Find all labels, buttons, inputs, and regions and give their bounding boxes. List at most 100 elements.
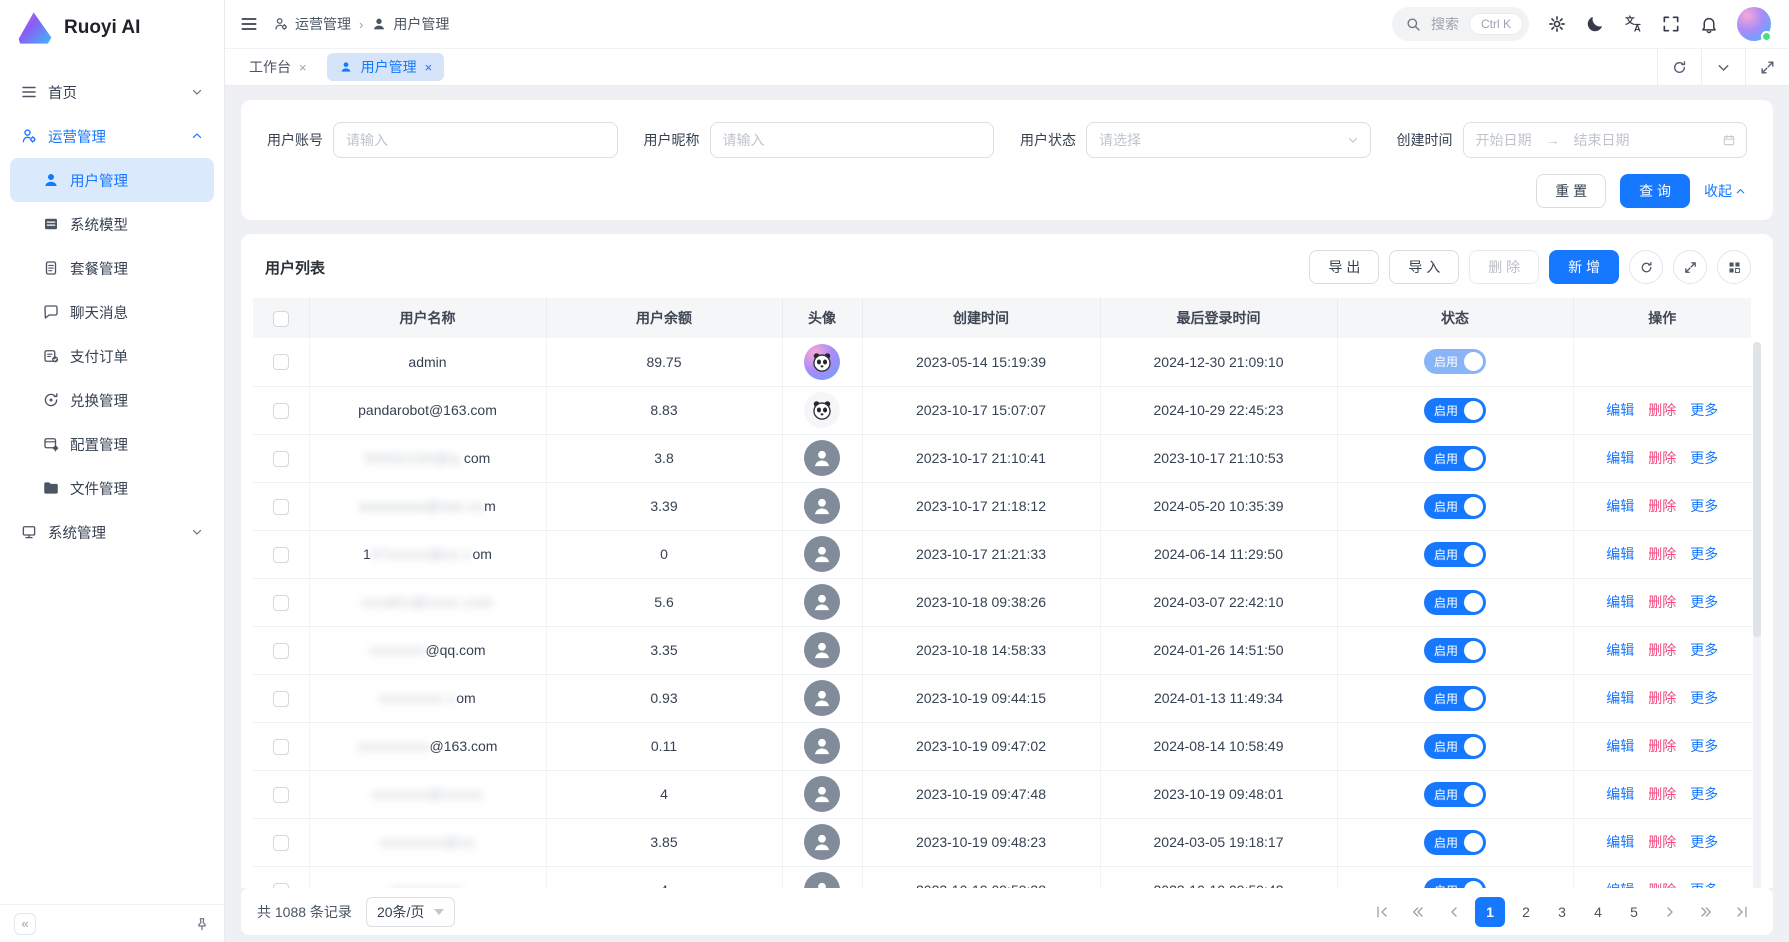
user-nickname-input[interactable] bbox=[710, 122, 995, 158]
page-button-2[interactable]: 2 bbox=[1511, 897, 1541, 927]
search-input[interactable]: 搜索 Ctrl K bbox=[1392, 7, 1529, 41]
next-page-button[interactable] bbox=[1655, 897, 1685, 927]
edit-link[interactable]: 编辑 bbox=[1606, 786, 1634, 802]
more-link[interactable]: 更多 bbox=[1690, 642, 1718, 658]
delete-link[interactable]: 删除 bbox=[1648, 738, 1676, 754]
more-link[interactable]: 更多 bbox=[1690, 690, 1718, 706]
delete-link[interactable]: 删除 bbox=[1648, 834, 1676, 850]
close-icon[interactable]: × bbox=[299, 60, 307, 75]
more-link[interactable]: 更多 bbox=[1690, 402, 1718, 418]
row-checkbox[interactable] bbox=[273, 835, 289, 851]
import-button[interactable]: 导 入 bbox=[1389, 250, 1459, 284]
query-button[interactable]: 查 询 bbox=[1620, 174, 1690, 208]
row-checkbox[interactable] bbox=[273, 499, 289, 515]
breadcrumb-operations[interactable]: 运营管理 bbox=[273, 14, 351, 34]
fullscreen-icon[interactable] bbox=[1661, 14, 1681, 34]
tab-user-management[interactable]: 用户管理 × bbox=[327, 53, 445, 81]
delete-link[interactable]: 删除 bbox=[1648, 402, 1676, 418]
sidebar-item-system-management[interactable]: 系统管理 bbox=[10, 510, 214, 554]
breadcrumb-user-management[interactable]: 用户管理 bbox=[371, 14, 449, 34]
last-page-button[interactable] bbox=[1727, 897, 1757, 927]
hamburger-menu-icon[interactable] bbox=[239, 14, 259, 34]
column-settings-icon[interactable] bbox=[1717, 250, 1751, 284]
table-scrollbar[interactable] bbox=[1753, 342, 1761, 888]
sidebar-item-file-management[interactable]: 文件管理 bbox=[10, 466, 214, 510]
sidebar-item-package-management[interactable]: 套餐管理 bbox=[10, 246, 214, 290]
sidebar-item-operations[interactable]: 运营管理 bbox=[10, 114, 214, 158]
sidebar-item-system-model[interactable]: 系统模型 bbox=[10, 202, 214, 246]
row-checkbox[interactable] bbox=[273, 739, 289, 755]
language-translate-icon[interactable]: 文A bbox=[1623, 14, 1643, 34]
delete-link[interactable]: 删除 bbox=[1648, 642, 1676, 658]
close-icon[interactable]: × bbox=[425, 60, 433, 75]
delete-link[interactable]: 删除 bbox=[1648, 450, 1676, 466]
row-checkbox[interactable] bbox=[273, 883, 289, 888]
notifications-bell-icon[interactable] bbox=[1699, 14, 1719, 34]
edit-link[interactable]: 编辑 bbox=[1606, 882, 1634, 888]
edit-link[interactable]: 编辑 bbox=[1606, 738, 1634, 754]
edit-link[interactable]: 编辑 bbox=[1606, 690, 1634, 706]
edit-link[interactable]: 编辑 bbox=[1606, 834, 1634, 850]
status-toggle[interactable]: 启用 bbox=[1424, 638, 1486, 663]
row-checkbox[interactable] bbox=[273, 595, 289, 611]
delete-link[interactable]: 删除 bbox=[1648, 594, 1676, 610]
more-link[interactable]: 更多 bbox=[1690, 546, 1718, 562]
sidebar-item-home[interactable]: 首页 bbox=[10, 70, 214, 114]
pin-icon[interactable] bbox=[194, 916, 210, 932]
row-checkbox[interactable] bbox=[273, 354, 289, 370]
more-link[interactable]: 更多 bbox=[1690, 498, 1718, 514]
status-toggle[interactable]: 启用 bbox=[1424, 686, 1486, 711]
page-button-3[interactable]: 3 bbox=[1547, 897, 1577, 927]
status-toggle[interactable]: 启用 bbox=[1424, 542, 1486, 567]
edit-link[interactable]: 编辑 bbox=[1606, 450, 1634, 466]
more-link[interactable]: 更多 bbox=[1690, 786, 1718, 802]
refresh-icon[interactable] bbox=[1657, 49, 1701, 85]
delete-link[interactable]: 删除 bbox=[1648, 546, 1676, 562]
export-button[interactable]: 导 出 bbox=[1309, 250, 1379, 284]
status-toggle[interactable]: 启用 bbox=[1424, 446, 1486, 471]
collapse-filters-link[interactable]: 收起 bbox=[1704, 181, 1747, 201]
sidebar-item-redeem-management[interactable]: 兑换管理 bbox=[10, 378, 214, 422]
row-checkbox[interactable] bbox=[273, 547, 289, 563]
user-avatar[interactable] bbox=[1737, 7, 1771, 41]
edit-link[interactable]: 编辑 bbox=[1606, 642, 1634, 658]
row-checkbox[interactable] bbox=[273, 451, 289, 467]
more-link[interactable]: 更多 bbox=[1690, 450, 1718, 466]
page-button-4[interactable]: 4 bbox=[1583, 897, 1613, 927]
sidebar-item-payment-orders[interactable]: 支付订单 bbox=[10, 334, 214, 378]
prev-page-button[interactable] bbox=[1439, 897, 1469, 927]
status-toggle[interactable]: 启用 bbox=[1424, 734, 1486, 759]
first-page-button[interactable] bbox=[1367, 897, 1397, 927]
delete-link[interactable]: 删除 bbox=[1648, 690, 1676, 706]
edit-link[interactable]: 编辑 bbox=[1606, 402, 1634, 418]
table-refresh-icon[interactable] bbox=[1629, 250, 1663, 284]
sidebar-collapse-button[interactable]: « bbox=[14, 913, 36, 935]
sidebar-item-config-management[interactable]: 配置管理 bbox=[10, 422, 214, 466]
page-button-5[interactable]: 5 bbox=[1619, 897, 1649, 927]
date-range-picker[interactable]: 开始日期 → 结束日期 bbox=[1463, 122, 1748, 158]
row-checkbox[interactable] bbox=[273, 403, 289, 419]
status-toggle[interactable]: 启用 bbox=[1424, 830, 1486, 855]
delete-link[interactable]: 删除 bbox=[1648, 498, 1676, 514]
more-link[interactable]: 更多 bbox=[1690, 882, 1718, 888]
status-toggle[interactable]: 启用 bbox=[1424, 494, 1486, 519]
status-toggle[interactable]: 启用 bbox=[1424, 782, 1486, 807]
reset-button[interactable]: 重 置 bbox=[1536, 174, 1606, 208]
status-toggle[interactable]: 启用 bbox=[1424, 878, 1486, 889]
table-fullscreen-icon[interactable] bbox=[1673, 250, 1707, 284]
more-link[interactable]: 更多 bbox=[1690, 738, 1718, 754]
add-button[interactable]: 新 增 bbox=[1549, 250, 1619, 284]
status-toggle[interactable]: 启用 bbox=[1424, 398, 1486, 423]
user-account-input[interactable] bbox=[333, 122, 618, 158]
tab-workbench[interactable]: 工作台 × bbox=[237, 53, 319, 81]
next-10-pages-button[interactable] bbox=[1691, 897, 1721, 927]
row-checkbox[interactable] bbox=[273, 643, 289, 659]
more-link[interactable]: 更多 bbox=[1690, 834, 1718, 850]
dark-mode-moon-icon[interactable] bbox=[1585, 14, 1605, 34]
prev-10-pages-button[interactable] bbox=[1403, 897, 1433, 927]
delete-button[interactable]: 删 除 bbox=[1469, 250, 1539, 284]
delete-link[interactable]: 删除 bbox=[1648, 786, 1676, 802]
row-checkbox[interactable] bbox=[273, 787, 289, 803]
content-fullscreen-icon[interactable] bbox=[1745, 49, 1789, 85]
delete-link[interactable]: 删除 bbox=[1648, 882, 1676, 888]
